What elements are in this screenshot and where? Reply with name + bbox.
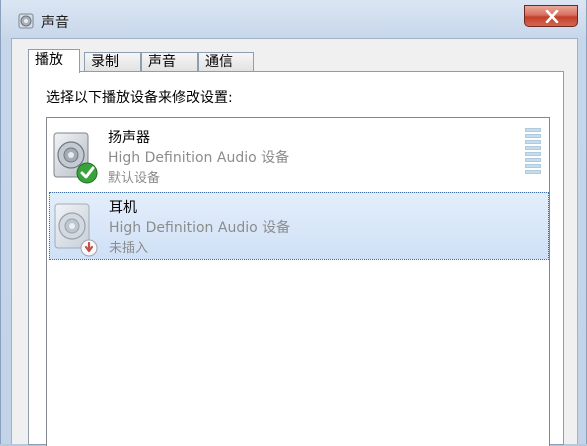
device-status: 未插入 [109, 241, 149, 256]
tab-playback[interactable]: 播放 [28, 49, 80, 73]
tab-label: 录制 [91, 54, 119, 70]
window-title: 声音 [41, 15, 69, 31]
close-icon [545, 10, 559, 23]
dialog-client-area: 播放 录制 声音 通信 选择以下播放设备来修改设置: 扬声器 High Defi… [11, 38, 578, 446]
speaker-default-icon [53, 132, 98, 184]
device-description: High Definition Audio 设备 [108, 150, 290, 166]
device-description: High Definition Audio 设备 [109, 220, 291, 236]
device-name: 扬声器 [108, 130, 150, 146]
playback-panel: 选择以下播放设备来修改设置: 扬声器 High Definition Audio… [28, 71, 564, 446]
device-status: 默认设备 [108, 171, 161, 186]
instruction-text: 选择以下播放设备来修改设置: [46, 90, 233, 106]
speaker-unplugged-icon [54, 203, 98, 257]
device-item-headphones[interactable]: 耳机 High Definition Audio 设备 未插入 [49, 192, 549, 260]
volume-level-meter [525, 128, 541, 176]
tab-label: 声音 [148, 54, 176, 70]
playback-device-list[interactable]: 扬声器 High Definition Audio 设备 默认设备 耳机 Hig… [46, 117, 550, 446]
device-name: 耳机 [109, 200, 137, 216]
tab-recording[interactable]: 录制 [84, 52, 141, 71]
tab-label: 播放 [35, 52, 63, 68]
sound-speaker-icon [18, 13, 34, 29]
title-bar[interactable]: 声音 [1, 0, 587, 40]
device-item-speakers[interactable]: 扬声器 High Definition Audio 设备 默认设备 [49, 122, 549, 190]
tab-communications[interactable]: 通信 [198, 52, 254, 71]
close-button[interactable] [524, 5, 578, 27]
sound-dialog-window: 声音 播放 录制 声音 通信 选择以下播放设备来修改设置: 扬声器 High D… [0, 0, 587, 446]
tab-label: 通信 [205, 54, 233, 70]
tab-sounds[interactable]: 声音 [141, 52, 198, 71]
